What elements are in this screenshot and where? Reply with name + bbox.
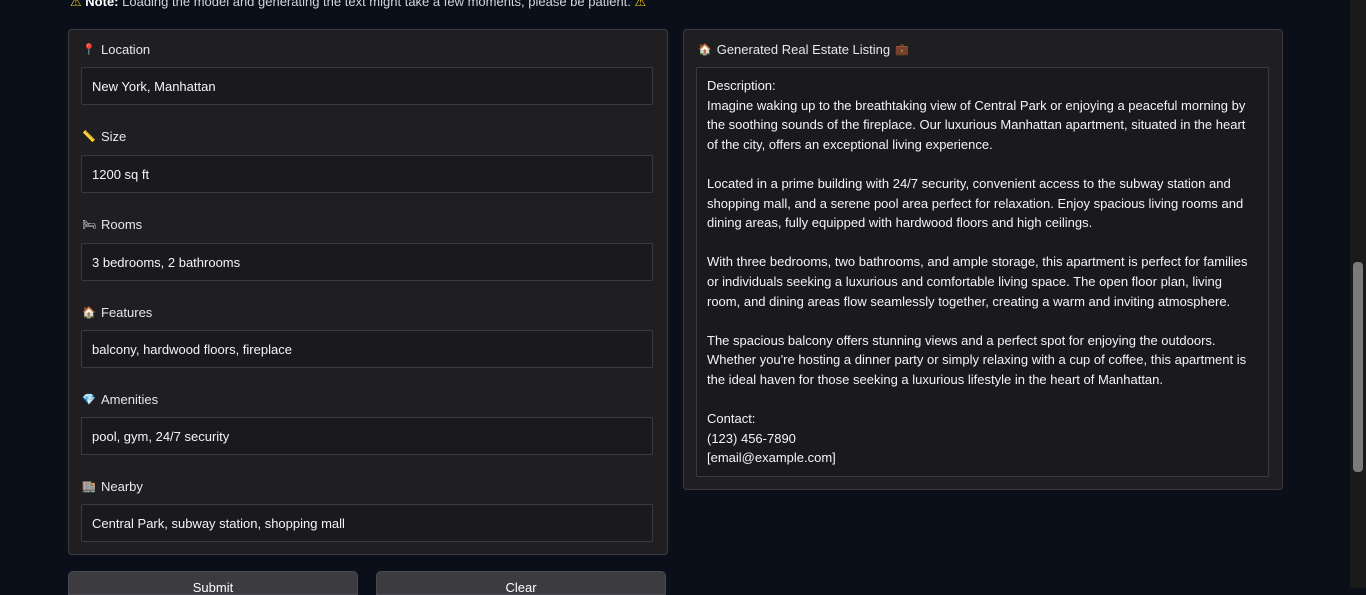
pin-icon: 📍 xyxy=(82,43,96,56)
clear-button[interactable]: Clear xyxy=(376,571,666,595)
warning-icon: ⚠ xyxy=(70,0,82,9)
submit-button[interactable]: Submit xyxy=(68,571,358,595)
house-icon: 🏠 xyxy=(82,306,96,319)
warning-icon: ⚠ xyxy=(634,0,647,9)
listing-paragraph: Located in a prime building with 24/7 se… xyxy=(707,175,1244,231)
contact-header: Contact: xyxy=(707,411,756,427)
listing-paragraph: Imagine waking up to the breathtaking vi… xyxy=(707,97,1246,152)
bed-icon: 🛏 xyxy=(82,218,96,231)
contact-email: [email@example.com] xyxy=(707,450,836,466)
scrollbar[interactable] xyxy=(1350,0,1366,588)
scrollbar-thumb[interactable] xyxy=(1353,262,1363,472)
gem-icon: 💎 xyxy=(82,393,96,406)
note-text: Loading the model and generating the tex… xyxy=(122,0,631,9)
loading-note: ⚠ Note: Loading the model and generating… xyxy=(70,0,646,10)
listing-output[interactable]: Description: Imagine waking up to the br… xyxy=(696,67,1269,477)
listing-paragraph: With three bedrooms, two bathrooms, and … xyxy=(707,254,1248,309)
amenities-input[interactable]: pool, gym, 24/7 security xyxy=(81,417,653,455)
location-label: 📍 Location xyxy=(82,41,151,57)
output-label: 🏠 Generated Real Estate Listing 💼 xyxy=(698,41,909,57)
store-icon: 🏬 xyxy=(82,480,96,493)
house-icon: 🏠 xyxy=(698,43,712,56)
nearby-label: 🏬 Nearby xyxy=(82,478,143,494)
location-input[interactable]: New York, Manhattan xyxy=(81,67,653,105)
note-bold: Note: xyxy=(85,0,119,9)
nearby-input[interactable]: Central Park, subway station, shopping m… xyxy=(81,504,653,542)
rooms-label: 🛏 Rooms xyxy=(82,216,143,232)
size-input[interactable]: 1200 sq ft xyxy=(81,155,653,193)
size-label: 📏 Size xyxy=(82,128,127,144)
amenities-label: 💎 Amenities xyxy=(82,391,159,407)
ruler-icon: 📏 xyxy=(82,130,96,143)
contact-phone: (123) 456-7890 xyxy=(707,430,796,446)
rooms-input[interactable]: 3 bedrooms, 2 bathrooms xyxy=(81,243,653,281)
description-header: Description: xyxy=(707,78,776,93)
listing-paragraph: The spacious balcony offers stunning vie… xyxy=(707,332,1247,387)
briefcase-icon: 💼 xyxy=(895,43,909,56)
features-label: 🏠 Features xyxy=(82,304,153,320)
output-panel: 🏠 Generated Real Estate Listing 💼 Descri… xyxy=(683,29,1283,490)
input-panel: 📍 Location New York, Manhattan 📏 Size 12… xyxy=(68,29,668,555)
features-input[interactable]: balcony, hardwood floors, fireplace xyxy=(81,330,653,368)
